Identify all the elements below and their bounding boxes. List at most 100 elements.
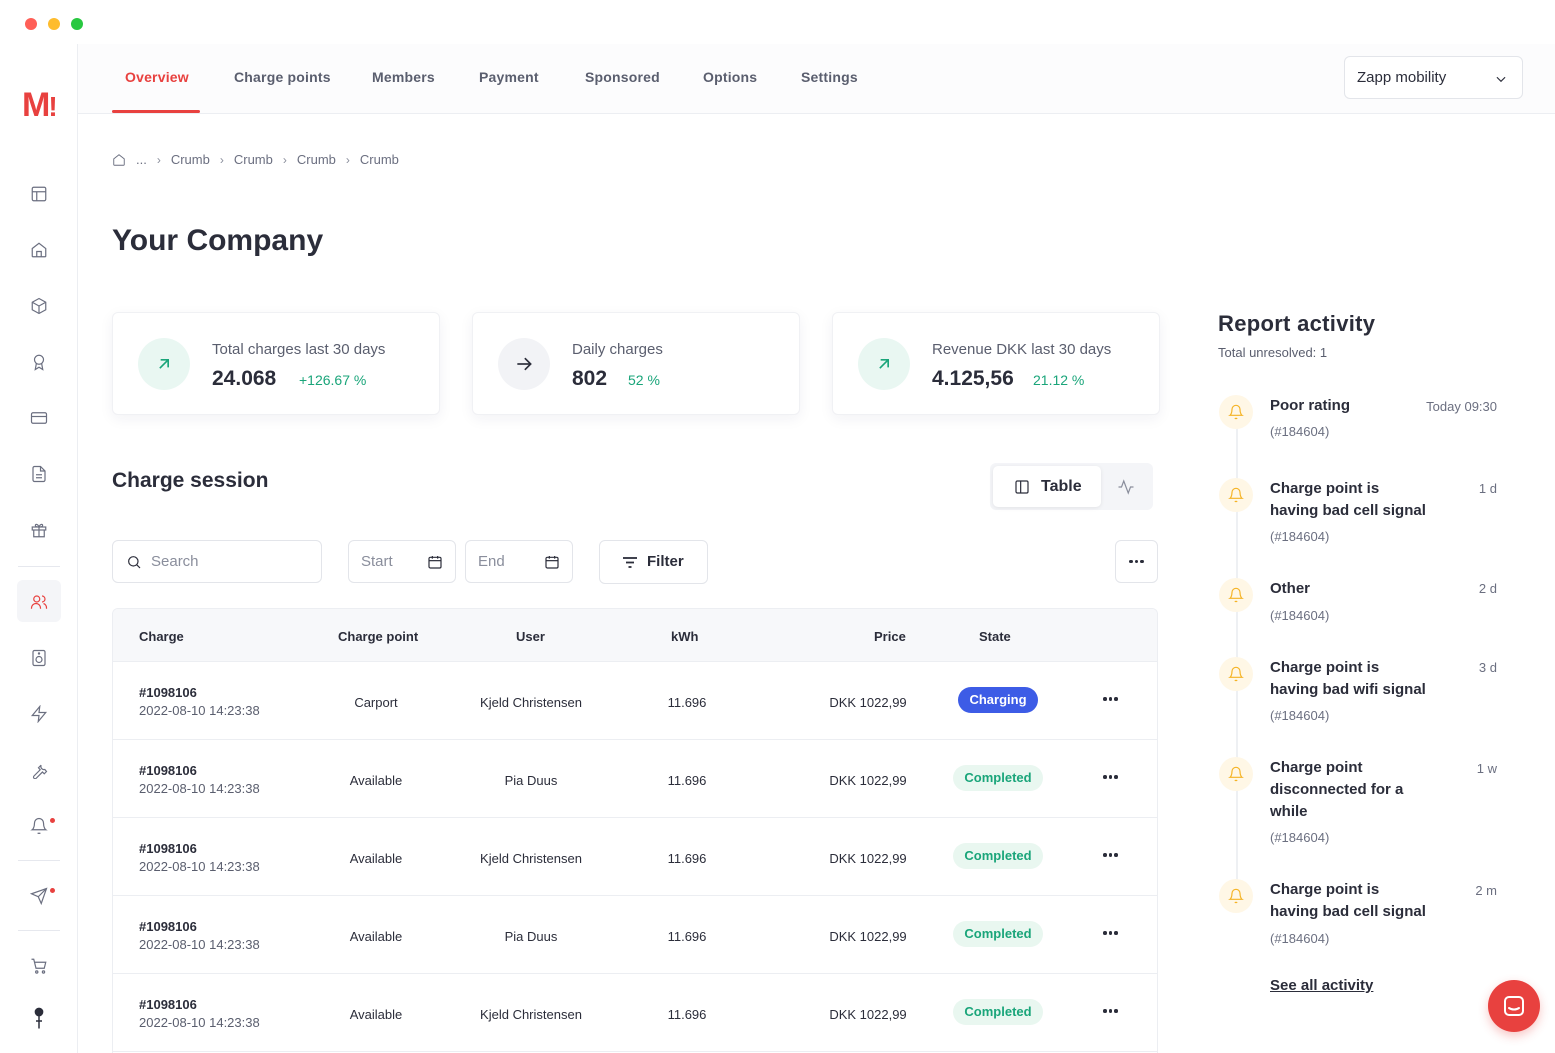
notification-dot	[50, 818, 55, 823]
stat-card-revenue: Revenue DKK last 30 days 4.125,56 21.12 …	[832, 312, 1160, 415]
home-icon[interactable]	[112, 153, 126, 167]
row-menu-button[interactable]	[1103, 1005, 1119, 1017]
breadcrumb-ellipsis[interactable]: ...	[136, 152, 147, 167]
charge-point-cell: Available	[349, 773, 403, 788]
filter-button[interactable]: Filter	[599, 540, 708, 584]
table-row[interactable]: #1098106 2022-08-10 14:23:38 Carport Kje…	[113, 662, 1157, 740]
end-date-field[interactable]	[465, 540, 573, 583]
tab-options[interactable]: Options	[703, 44, 757, 114]
tab-overview[interactable]: Overview	[125, 44, 189, 114]
breadcrumb-item[interactable]: Crumb	[171, 152, 210, 167]
bell-icon[interactable]	[27, 814, 51, 838]
app-logo[interactable]: M!	[22, 86, 58, 125]
tab-sponsored[interactable]: Sponsored	[585, 44, 660, 114]
columns-icon	[1015, 480, 1029, 494]
user-cell: Kjeld Christensen	[480, 1007, 582, 1022]
table-row[interactable]: #1098106 2022-08-10 14:23:38 Available K…	[113, 818, 1157, 896]
row-menu-button[interactable]	[1103, 771, 1119, 783]
arrow-right-icon	[498, 338, 550, 390]
table-row[interactable]: #1098106 2022-08-10 14:23:38 Available P…	[113, 740, 1157, 818]
column-header-charge-point[interactable]: Charge point	[338, 609, 418, 664]
window-maximize-button[interactable]	[71, 18, 83, 30]
send-icon[interactable]	[27, 884, 51, 908]
home-icon[interactable]	[27, 238, 51, 262]
table-row[interactable]: #1098106 2022-08-10 14:23:38 Available K…	[113, 974, 1157, 1052]
search-field[interactable]	[112, 540, 322, 583]
breadcrumb-item[interactable]: Crumb	[297, 152, 336, 167]
price-cell: DKK 1022,99	[829, 929, 907, 944]
box-icon[interactable]	[27, 294, 51, 318]
column-header-kwh[interactable]: kWh	[671, 609, 698, 664]
stat-card-daily-charges: Daily charges 802 52 %	[472, 312, 800, 415]
chevron-right-icon: ›	[282, 152, 287, 167]
report-activity-subtitle: Total unresolved: 1	[1218, 345, 1328, 360]
table-row[interactable]: #1098106 2022-08-10 14:23:38 Available P…	[113, 896, 1157, 974]
window-close-button[interactable]	[25, 18, 37, 30]
activity-item-title[interactable]: Charge point disconnected for a while	[1270, 757, 1410, 823]
breadcrumb: ... › Crumb › Crumb › Crumb › Crumb	[112, 152, 399, 167]
activity-item-ref: (#184604)	[1270, 708, 1330, 723]
charge-date: 2022-08-10 14:23:38	[139, 937, 260, 952]
sidebar-item-members[interactable]	[17, 580, 61, 622]
start-date-input[interactable]	[361, 541, 421, 582]
award-icon[interactable]	[27, 350, 51, 374]
report-activity-title: Report activity	[1218, 311, 1376, 336]
column-header-user[interactable]: User	[516, 609, 545, 664]
wrench-icon[interactable]	[27, 758, 51, 782]
calendar-icon[interactable]	[427, 554, 443, 570]
cart-icon[interactable]	[27, 954, 51, 978]
activity-item-time: 3 d	[1478, 660, 1497, 675]
stat-label: Revenue DKK last 30 days	[932, 341, 1112, 358]
breadcrumb-item[interactable]: Crumb	[360, 152, 399, 167]
tab-payment[interactable]: Payment	[479, 44, 539, 114]
search-input[interactable]	[151, 541, 311, 582]
organization-select[interactable]: Zapp mobility	[1344, 56, 1523, 99]
window-titlebar	[0, 0, 1555, 44]
activity-item-title[interactable]: Charge point is having bad wifi signal	[1270, 657, 1430, 701]
speaker-icon[interactable]	[27, 646, 51, 670]
bell-icon	[1219, 757, 1253, 791]
stat-value: 4.125,56	[932, 367, 1014, 390]
row-menu-button[interactable]	[1103, 849, 1119, 861]
activity-item-title[interactable]: Charge point is having bad cell signal	[1270, 879, 1430, 923]
calendar-icon[interactable]	[544, 554, 560, 570]
search-icon	[128, 556, 141, 569]
lightning-icon[interactable]	[27, 702, 51, 726]
start-date-field[interactable]	[348, 540, 456, 583]
table-view-button[interactable]: Table	[993, 466, 1101, 507]
filter-icon	[623, 557, 637, 568]
see-all-activity-link[interactable]: See all activity	[1270, 977, 1373, 994]
layout-icon[interactable]	[27, 182, 51, 206]
breadcrumb-item[interactable]: Crumb	[234, 152, 273, 167]
chart-view-button[interactable]	[1117, 478, 1135, 496]
column-header-price[interactable]: Price	[874, 609, 906, 664]
activity-item-title[interactable]: Poor rating	[1270, 395, 1430, 417]
more-options-button[interactable]	[1115, 540, 1158, 583]
gift-icon[interactable]	[27, 518, 51, 542]
stat-delta: 21.12 %	[1033, 372, 1085, 388]
end-date-input[interactable]	[478, 541, 538, 582]
charger-user-icon[interactable]	[27, 1002, 51, 1034]
charge-id: #1098106	[139, 919, 197, 934]
bell-icon	[1219, 395, 1253, 429]
tab-settings[interactable]: Settings	[801, 44, 858, 114]
bell-icon	[1219, 657, 1253, 691]
tab-members[interactable]: Members	[372, 44, 435, 114]
row-menu-button[interactable]	[1103, 927, 1119, 939]
bell-icon	[1219, 478, 1253, 512]
stat-delta: +126.67 %	[299, 372, 367, 388]
column-header-state[interactable]: State	[979, 609, 1011, 664]
activity-icon	[1118, 479, 1134, 495]
activity-item-title[interactable]: Charge point is having bad cell signal	[1270, 478, 1430, 522]
row-menu-button[interactable]	[1103, 693, 1119, 705]
column-header-charge[interactable]: Charge	[139, 609, 184, 664]
price-cell: DKK 1022,99	[829, 851, 907, 866]
document-icon[interactable]	[27, 462, 51, 486]
tab-charge-points[interactable]: Charge points	[234, 44, 331, 114]
table-header: Charge Charge point User kWh Price State	[113, 609, 1157, 664]
activity-item-time: 1 d	[1478, 481, 1497, 496]
activity-item-title[interactable]: Other	[1270, 578, 1430, 600]
chat-button[interactable]	[1488, 980, 1540, 1032]
window-minimize-button[interactable]	[48, 18, 60, 30]
credit-card-icon[interactable]	[27, 406, 51, 430]
